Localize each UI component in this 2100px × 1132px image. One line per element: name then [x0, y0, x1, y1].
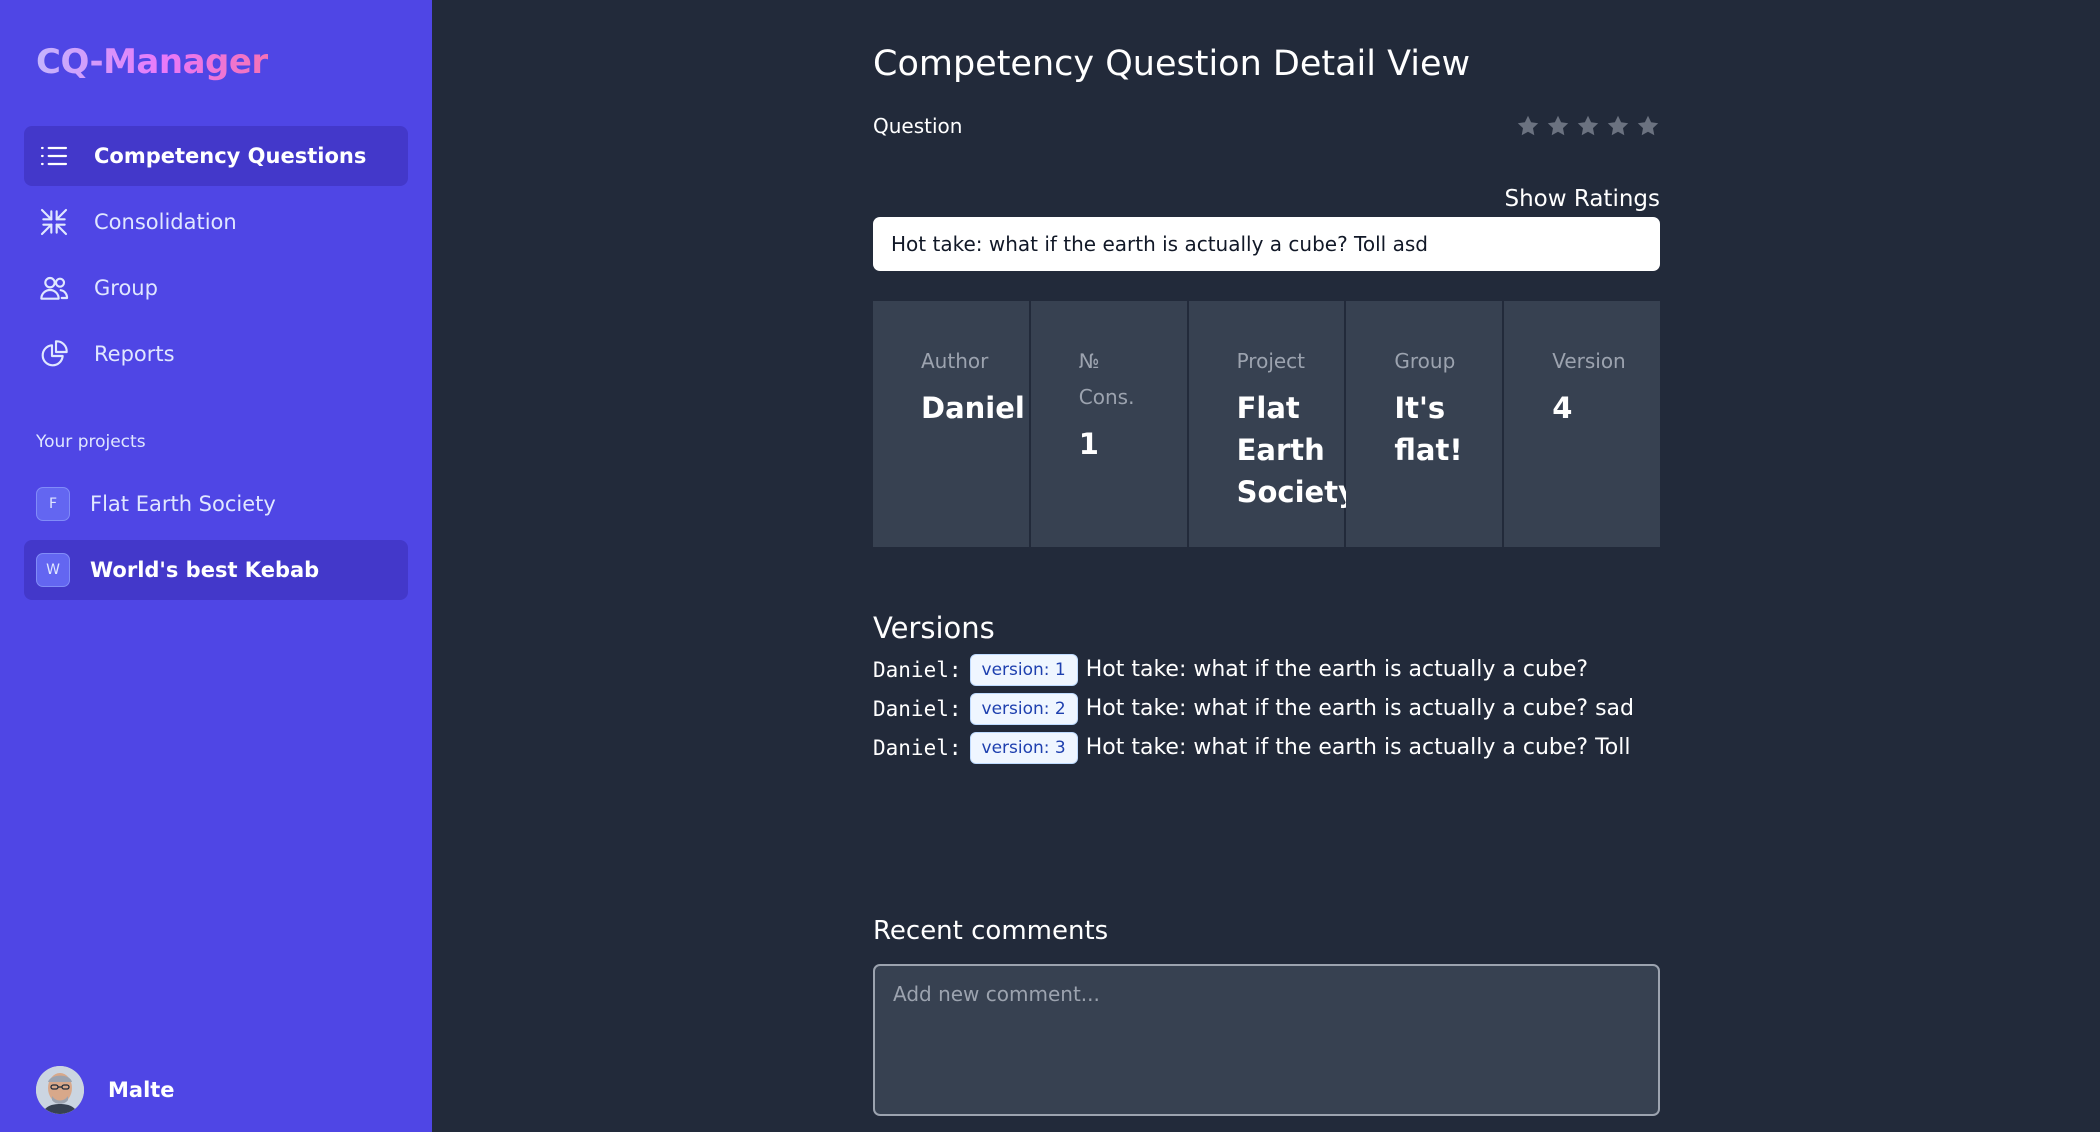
sidebar: CQ-Manager Competency Questions Consolid… [0, 0, 432, 1132]
sidebar-item-label: Competency Questions [94, 144, 367, 168]
users-icon [38, 272, 70, 304]
sidebar-item-label: Group [94, 276, 158, 300]
version-badge[interactable]: version: 2 [969, 692, 1078, 725]
comment-input[interactable] [873, 964, 1660, 1116]
star-icon[interactable] [1546, 114, 1570, 138]
version-text: Hot take: what if the earth is actually … [1085, 657, 1589, 682]
user-profile[interactable]: Malte [36, 1066, 175, 1114]
stat-author: Author Daniel [873, 301, 1029, 547]
version-author: Daniel: [873, 735, 962, 760]
sidebar-item-group[interactable]: Group [24, 258, 408, 318]
user-name: Malte [108, 1078, 175, 1102]
project-label: World's best Kebab [90, 558, 320, 582]
stat-value: Daniel [921, 391, 1025, 425]
stat-label: Author [921, 349, 989, 373]
project-initial-badge: F [36, 487, 70, 521]
sidebar-item-consolidation[interactable]: Consolidation [24, 192, 408, 252]
version-author: Daniel: [873, 696, 962, 721]
question-input[interactable] [873, 217, 1660, 271]
avatar [36, 1066, 84, 1114]
version-row: Daniel: version: 1 Hot take: what if the… [873, 650, 1634, 689]
projects-list: F Flat Earth Society W World's best Keba… [24, 474, 408, 606]
project-item-flat-earth-society[interactable]: F Flat Earth Society [24, 474, 408, 534]
sidebar-item-reports[interactable]: Reports [24, 324, 408, 384]
star-icon[interactable] [1576, 114, 1600, 138]
stat-value: 4 [1552, 391, 1573, 425]
sidebar-item-label: Consolidation [94, 210, 237, 234]
stat-project: Project Flat Earth Society [1188, 301, 1357, 547]
project-item-worlds-best-kebab[interactable]: W World's best Kebab [24, 540, 408, 600]
show-ratings-link[interactable]: Show Ratings [1504, 186, 1660, 212]
project-initial-badge: W [36, 553, 70, 587]
star-rating [1516, 114, 1660, 138]
sidebar-item-competency-questions[interactable]: Competency Questions [24, 126, 408, 186]
version-row: Daniel: version: 2 Hot take: what if the… [873, 689, 1634, 728]
version-text: Hot take: what if the earth is actually … [1085, 696, 1634, 721]
stat-version: Version 4 [1504, 301, 1660, 547]
list-icon [38, 140, 70, 172]
version-badge[interactable]: version: 3 [969, 731, 1078, 764]
version-row: Daniel: version: 3 Hot take: what if the… [873, 728, 1634, 767]
version-author: Daniel: [873, 657, 962, 682]
stat-value: 1 [1078, 427, 1099, 461]
stat-value: It's flat! [1394, 391, 1463, 467]
versions-list: Daniel: version: 1 Hot take: what if the… [873, 650, 1634, 767]
pie-chart-icon [38, 338, 70, 370]
projects-heading: Your projects [36, 432, 146, 452]
sidebar-item-label: Reports [94, 342, 175, 366]
page-title: Competency Question Detail View [873, 44, 1471, 84]
project-label: Flat Earth Society [90, 492, 276, 516]
version-text: Hot take: what if the earth is actually … [1085, 735, 1631, 760]
stat-label: Project [1236, 349, 1306, 373]
stat-group: Group It's flat! [1346, 301, 1503, 547]
version-badge[interactable]: version: 1 [969, 653, 1078, 686]
star-icon[interactable] [1606, 114, 1630, 138]
sidebar-nav: Competency Questions Consolidation Group… [24, 126, 408, 390]
star-icon[interactable] [1636, 114, 1660, 138]
stat-label: № Cons. [1078, 349, 1135, 409]
versions-heading: Versions [873, 611, 995, 645]
stat-consolidations: № Cons. 1 [1030, 301, 1187, 547]
stat-label: Group [1394, 349, 1456, 373]
app-logo[interactable]: CQ-Manager [36, 42, 268, 82]
question-label: Question [873, 114, 963, 138]
star-icon[interactable] [1516, 114, 1540, 138]
question-stats: Author Daniel № Cons. 1 Project Flat Ear… [873, 301, 1660, 547]
comments-heading: Recent comments [873, 916, 1109, 946]
compress-arrows-icon [38, 206, 70, 238]
stat-label: Version [1552, 349, 1626, 373]
stat-value: Flat Earth Society [1236, 391, 1357, 509]
